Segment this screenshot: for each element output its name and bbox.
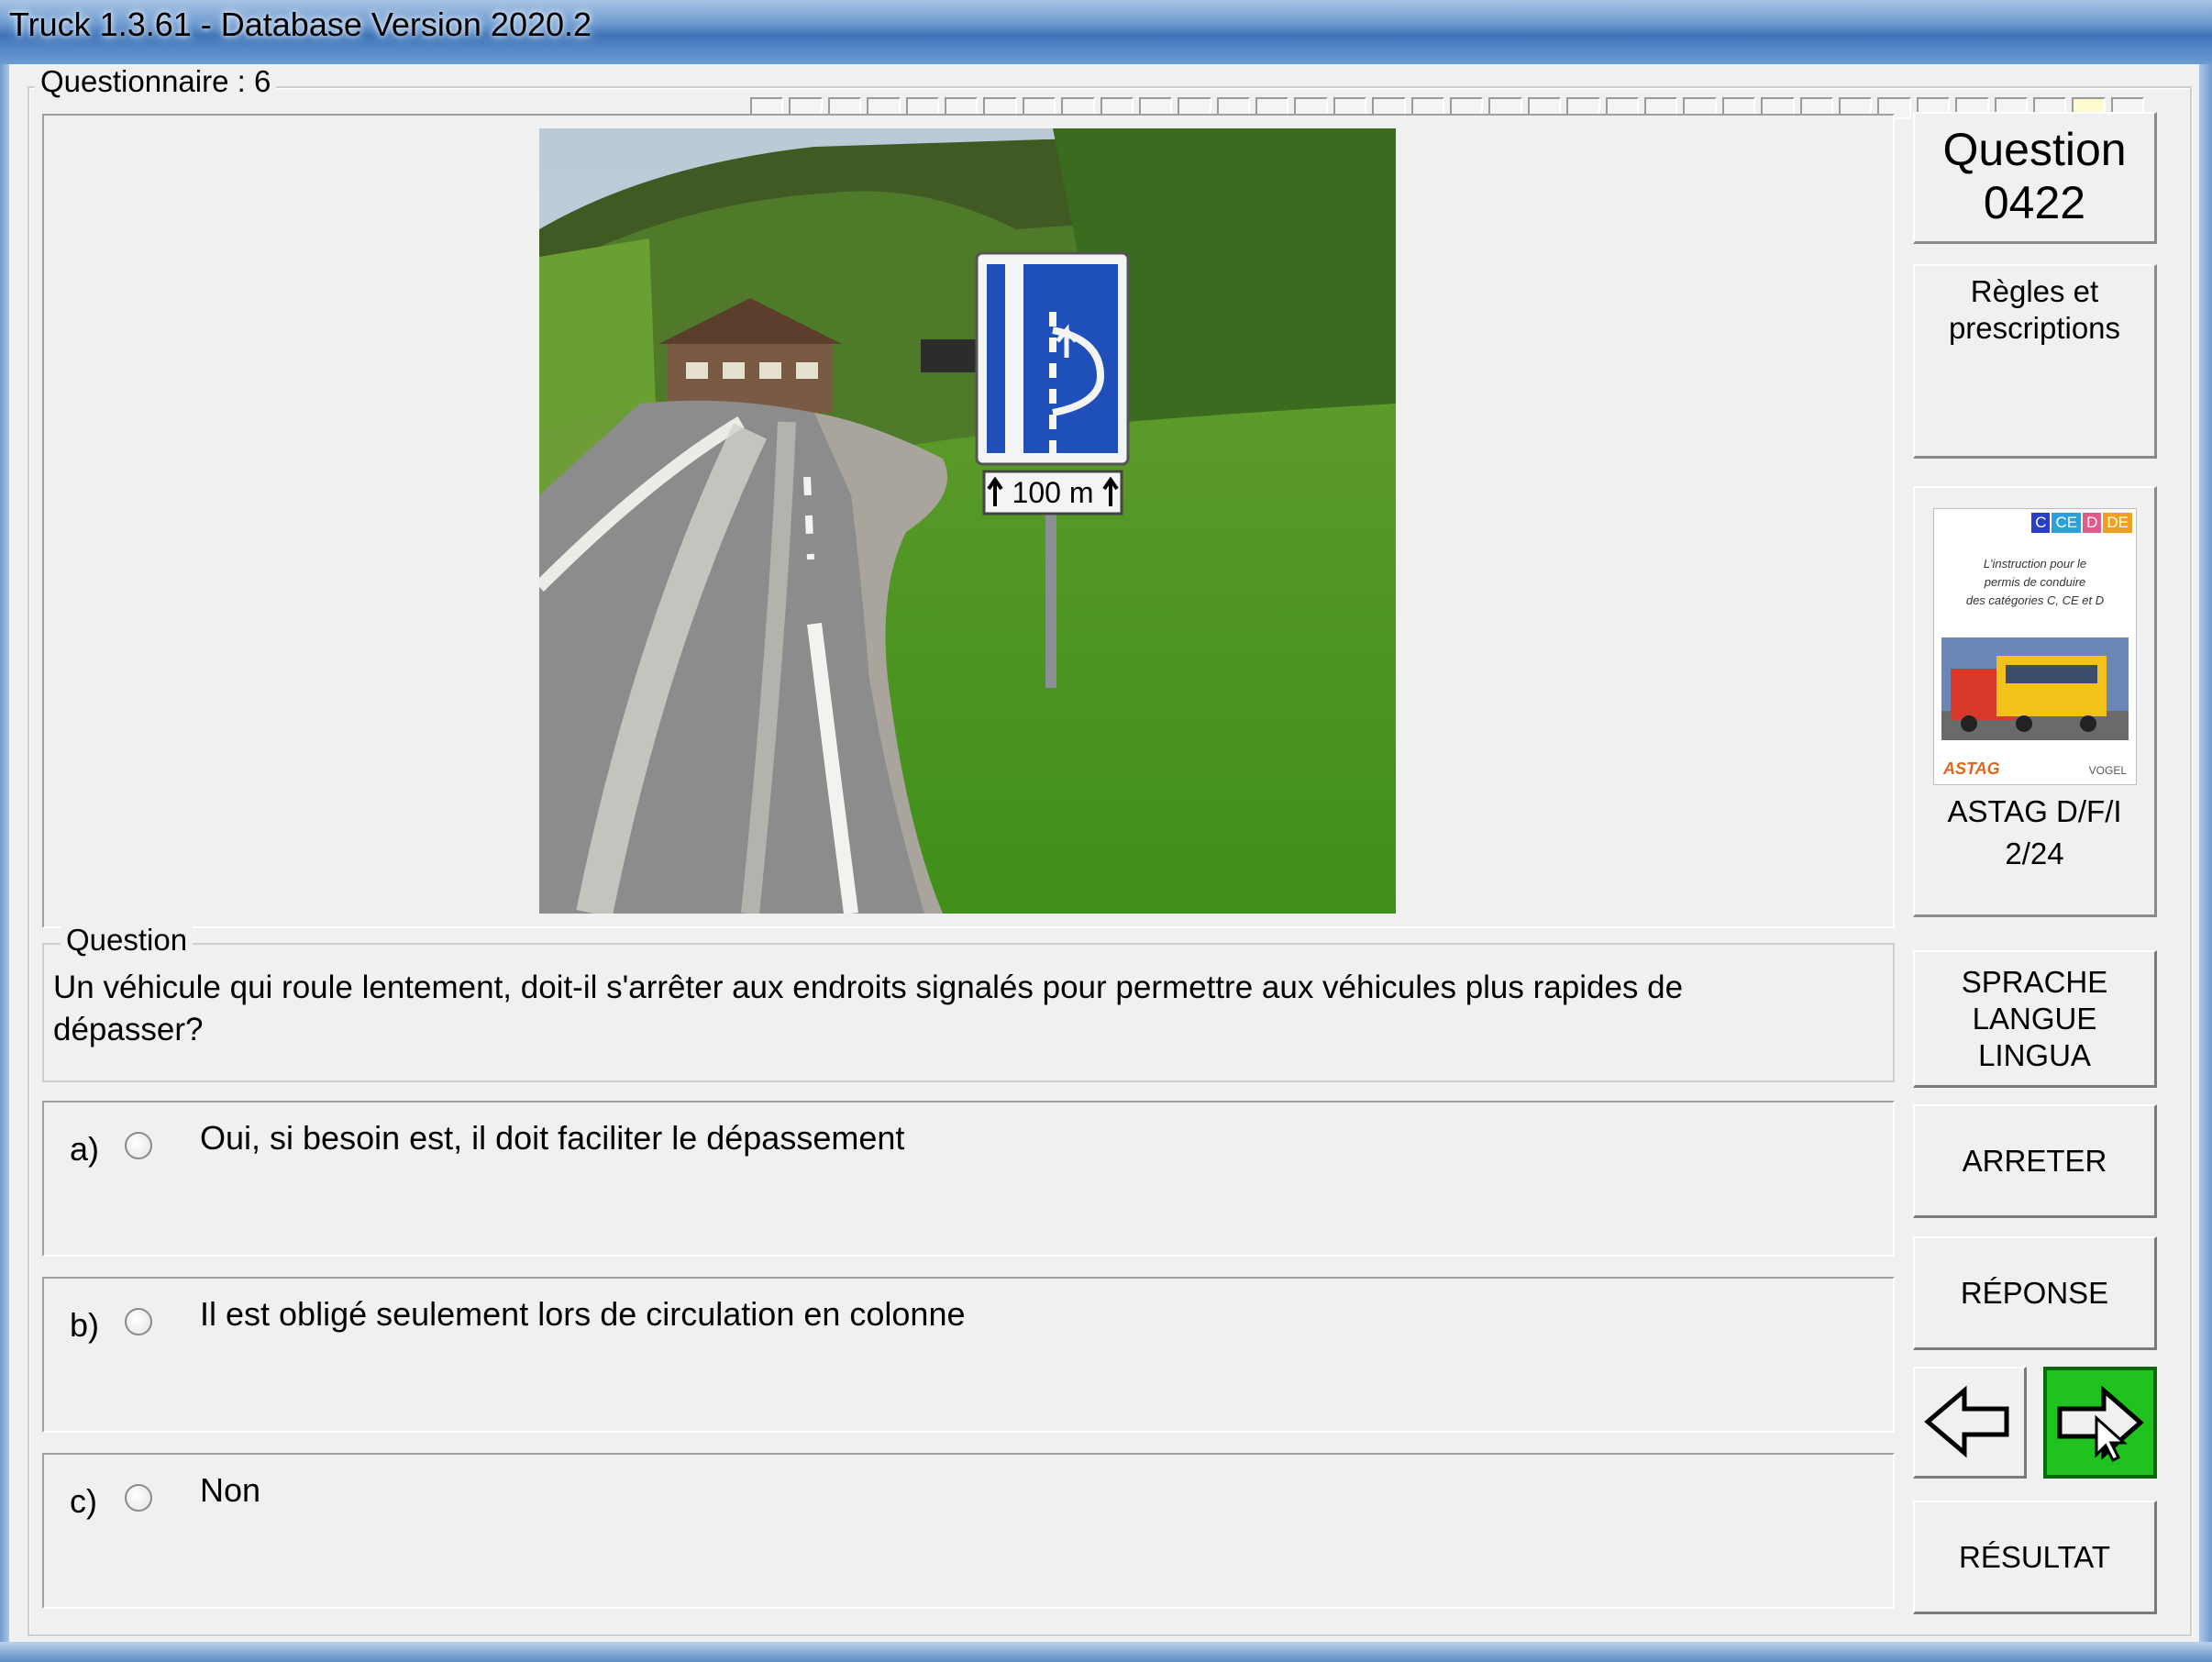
answer-text: Non [200,1471,261,1509]
book-reference-box: C CE D DE L'instruction pour le permis d… [1913,486,2157,917]
book-cover-badges: C CE D DE [2031,513,2132,533]
language-label-it: LINGUA [1978,1037,2091,1072]
book-cover-line: des catégories C, CE et D [1965,593,2105,607]
question-photo: 100 m [539,128,1396,914]
book-title: ASTAG D/F/I [1947,794,2122,828]
client-area: Questionnaire : 6 100 m Question Un véhi… [9,64,2199,1642]
sign-distance-text: 100 m [1012,476,1094,509]
truck-bus-picture [1941,637,2129,740]
answer-c-radio[interactable] [125,1484,152,1512]
book-cover-line: L'instruction pour le [1983,557,2087,571]
result-button[interactable]: RÉSULTAT [1913,1501,2157,1614]
question-text: Un véhicule qui roule lentement, doit-il… [53,970,1684,1047]
book-cover-text: L'instruction pour le permis de conduire… [1940,555,2130,610]
answer-letter: a) [70,1130,100,1168]
category-box: Règles et prescriptions [1913,264,2157,459]
badge-c: C [2031,513,2051,533]
vogel-logo: VOGEL [2088,764,2127,777]
language-button[interactable]: SPRACHE LANGUE LINGUA [1913,950,2157,1088]
window-frame-right [2199,64,2212,1662]
book-cover-line: permis de conduire [1984,575,2086,589]
questionnaire-label: Questionnaire : 6 [35,64,277,99]
answer-a-radio[interactable] [125,1132,152,1159]
title-bar: Truck 1.3.61 - Database Version 2020.2 [0,0,2212,64]
book-cover-image: C CE D DE L'instruction pour le permis d… [1933,508,2137,785]
answer-text: Oui, si besoin est, il doit faciliter le… [200,1119,905,1157]
astag-logo: ASTAG [1943,759,2000,778]
arrow-right-icon [2057,1385,2144,1463]
answer-b-radio[interactable] [125,1308,152,1335]
book-page: 2/24 [2005,837,2064,870]
answer-text: Il est obligé seulement lors de circulat… [200,1295,966,1333]
book-caption: ASTAG D/F/I 2/24 [1915,791,2154,875]
answer-letter: c) [70,1482,97,1520]
answer-letter: b) [70,1306,100,1344]
previous-button[interactable] [1913,1367,2027,1479]
language-label-de: SPRACHE [1961,964,2108,999]
road-scene-image: 100 m [539,128,1396,914]
answer-a[interactable]: a) Oui, si besoin est, il doit faciliter… [42,1101,1895,1257]
badge-de: DE [2103,513,2132,533]
answer-c[interactable]: c) Non [42,1453,1895,1609]
stop-button[interactable]: ARRETER [1913,1104,2157,1218]
category-text: Règles et prescriptions [1948,274,2121,345]
badge-d: D [2083,513,2102,533]
window-frame-bottom [0,1642,2212,1662]
question-number-box: Question 0422 [1913,112,2157,244]
language-label-fr: LANGUE [1972,1001,2097,1036]
badge-ce: CE [2052,513,2082,533]
next-button[interactable] [2043,1367,2157,1479]
answer-button[interactable]: RÉPONSE [1913,1236,2157,1350]
question-number: 0422 [1983,177,2086,228]
window-frame-left [0,64,9,1662]
question-number-label: Question [1942,124,2127,175]
question-label: Question [61,923,194,958]
window-title: Truck 1.3.61 - Database Version 2020.2 [9,6,592,43]
answer-b[interactable]: b) Il est obligé seulement lors de circu… [42,1277,1895,1433]
arrow-left-icon [1924,1385,2009,1458]
